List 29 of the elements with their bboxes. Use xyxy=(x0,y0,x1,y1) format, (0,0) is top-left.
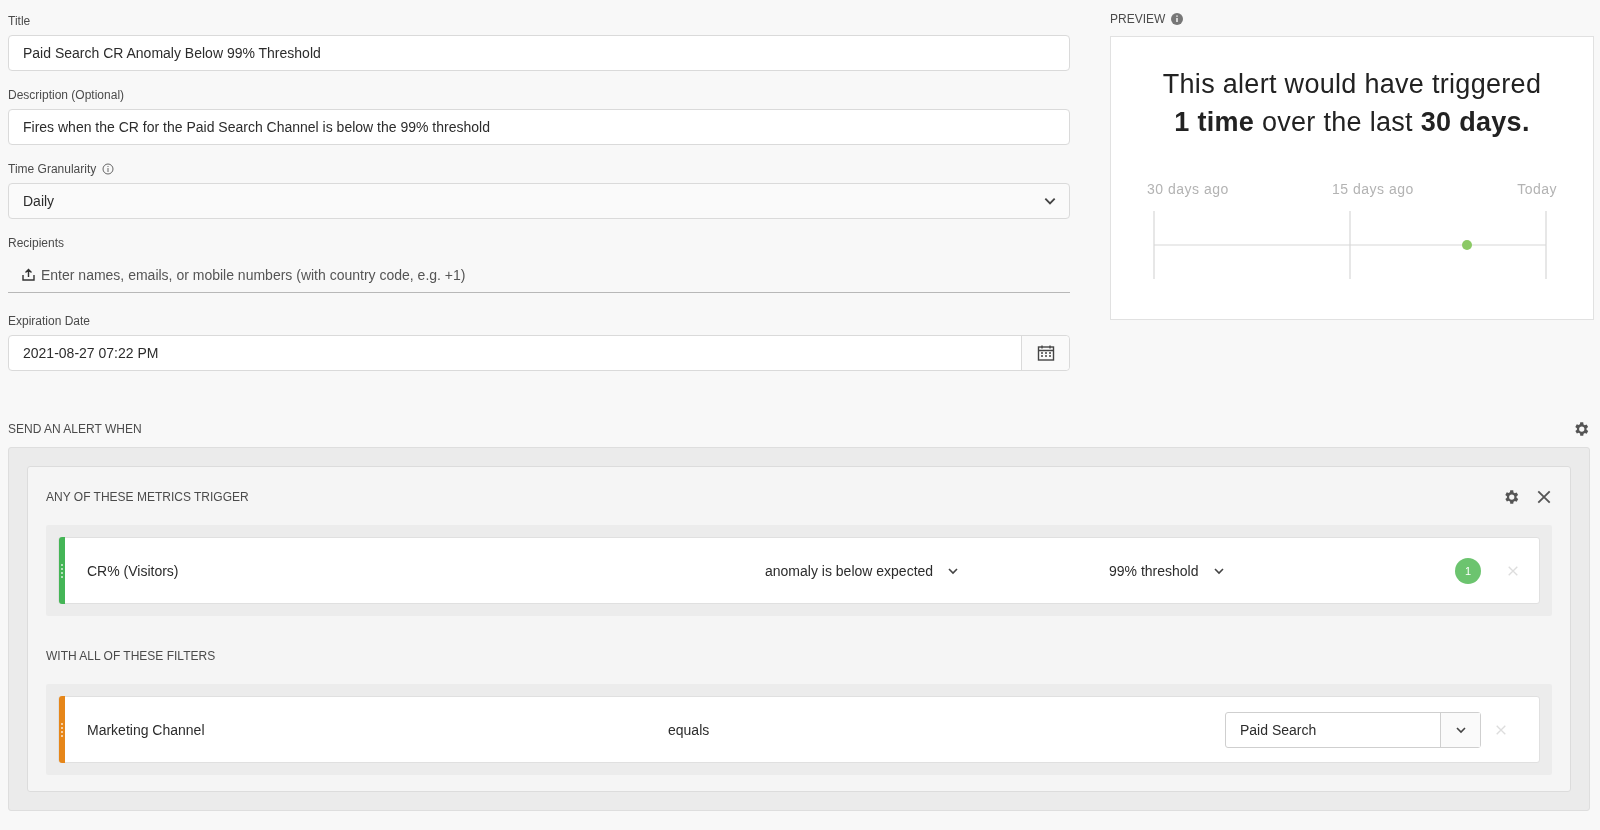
preview-message: This alert would have triggered 1 time over the last 30 days. xyxy=(1162,68,1542,139)
timeline-label: 30 days ago xyxy=(1147,181,1229,197)
group-heading: WITH ALL OF THESE FILTERS xyxy=(46,649,216,663)
info-icon xyxy=(1171,13,1184,25)
drag-handle[interactable] xyxy=(59,537,65,604)
timeline-label: 15 days ago xyxy=(1332,181,1414,197)
recipients-field[interactable]: Enter names, emails, or mobile numbers (with country code, e.g. +1) xyxy=(8,257,1070,293)
count-badge: 1 xyxy=(1455,557,1481,584)
filter-operator: equals xyxy=(668,721,711,738)
field-label: Expiration Date xyxy=(8,314,91,328)
field-label: Description (Optional) xyxy=(8,88,125,102)
upload-icon xyxy=(22,268,35,281)
text-field[interactable]: Paid Search CR Anomaly Below 99% Threshold xyxy=(8,35,1070,71)
drag-handle[interactable] xyxy=(59,696,65,763)
field-label: Recipients xyxy=(8,236,65,250)
threshold-dropdown[interactable]: 99% threshold xyxy=(1109,562,1225,579)
group-heading: ANY OF THESE METRICS TRIGGER xyxy=(46,490,249,504)
field-label: Time Granularity xyxy=(8,162,97,176)
operator-dropdown[interactable]: anomaly is below expected xyxy=(765,562,960,579)
field-label: Title xyxy=(8,14,31,28)
text-field[interactable]: Fires when the CR for the Paid Search Channel is below the 99% threshold xyxy=(8,109,1070,145)
info-icon xyxy=(102,163,115,175)
close-icon[interactable] xyxy=(1536,489,1552,505)
section-heading: SEND AN ALERT WHEN xyxy=(8,422,142,436)
preview-heading: PREVIEW xyxy=(1110,12,1166,26)
filter-name: Marketing Channel xyxy=(87,721,206,738)
metric-name: CR% (Visitors) xyxy=(87,562,180,579)
select-dropdown[interactable]: Daily xyxy=(8,183,1070,219)
timeline-label: Today xyxy=(1517,181,1557,197)
